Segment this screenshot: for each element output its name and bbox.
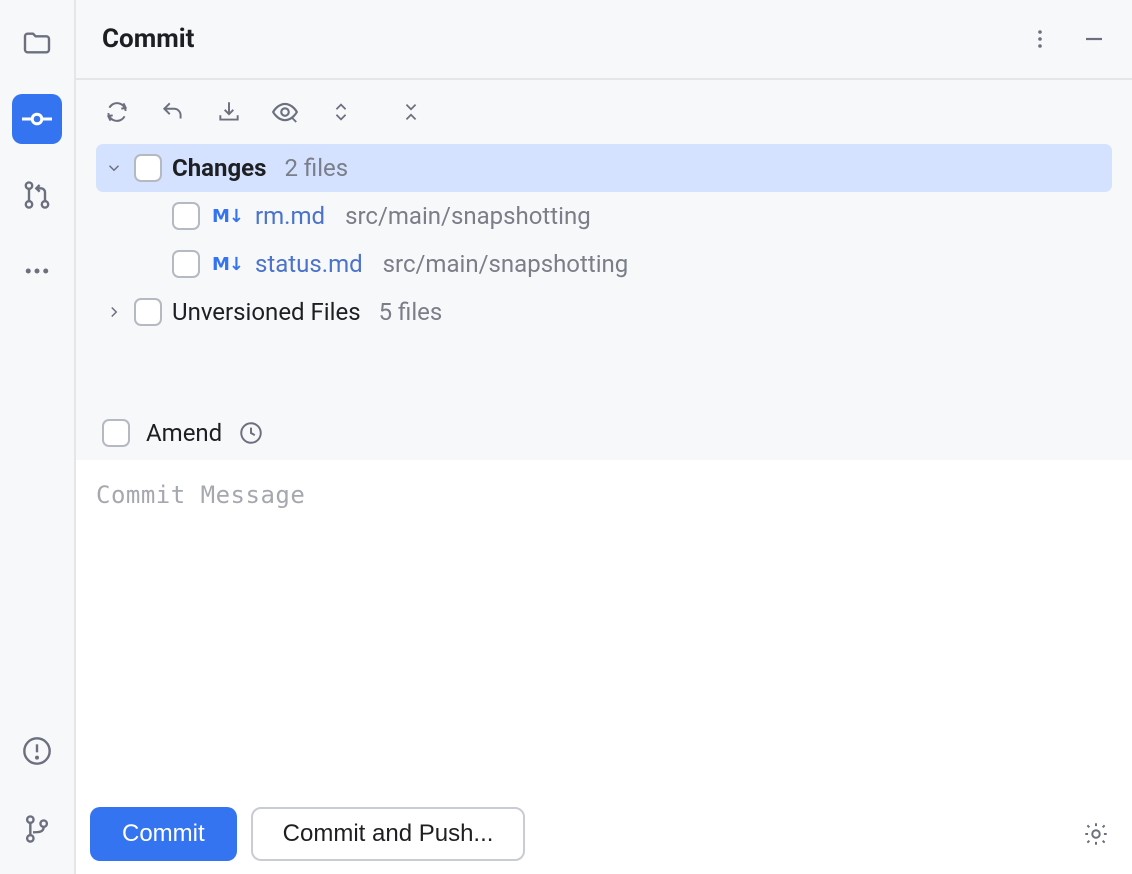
diff-preview-button[interactable] (270, 97, 300, 127)
collapse-all-button[interactable] (396, 97, 426, 127)
tool-rail (0, 0, 76, 874)
settings-button[interactable] (1082, 820, 1110, 848)
file-row[interactable]: M↓ status.md src/main/snapshotting (96, 240, 1112, 288)
git-tool-button[interactable] (12, 804, 62, 854)
unversioned-count: 5 files (379, 298, 443, 326)
expand-icon (330, 99, 352, 125)
warning-circle-icon (21, 735, 53, 767)
unversioned-checkbox[interactable] (134, 298, 162, 326)
problems-tool-button[interactable] (12, 726, 62, 776)
more-horizontal-icon (22, 256, 52, 286)
pull-request-icon (21, 179, 53, 211)
chevron-down-icon (105, 159, 123, 177)
gear-icon (1082, 820, 1110, 848)
panel-header: Commit (76, 0, 1132, 80)
amend-checkbox[interactable] (102, 419, 130, 447)
file-name: status.md (255, 250, 363, 278)
file-path: src/main/snapshotting (383, 250, 629, 278)
commit-node-icon (19, 101, 55, 137)
folder-icon (21, 27, 53, 59)
commit-button[interactable]: Commit (90, 807, 237, 861)
more-vertical-icon (1028, 27, 1052, 51)
commit-footer: Commit Commit and Push... (76, 794, 1132, 874)
unversioned-label: Unversioned Files (172, 298, 361, 326)
pull-requests-tool-button[interactable] (12, 170, 62, 220)
refresh-button[interactable] (102, 97, 132, 127)
changes-count: 2 files (284, 154, 348, 182)
minimize-icon (1082, 27, 1106, 51)
branch-icon (21, 813, 53, 845)
expand-all-button[interactable] (326, 97, 356, 127)
expand-toggle[interactable] (104, 302, 124, 322)
changes-tree: Changes 2 files M↓ rm.md src/main/snapsh… (76, 144, 1132, 336)
commit-message-input[interactable] (76, 461, 1132, 794)
file-checkbox[interactable] (172, 202, 200, 230)
commit-message-area (76, 460, 1132, 794)
amend-bar: Amend (76, 406, 1132, 460)
collapse-icon (400, 99, 422, 125)
rollback-button[interactable] (158, 97, 188, 127)
file-path: src/main/snapshotting (345, 202, 591, 230)
changes-label: Changes (172, 154, 266, 182)
file-name: rm.md (255, 202, 325, 230)
commit-and-push-button[interactable]: Commit and Push... (251, 807, 526, 861)
panel-title: Commit (102, 24, 1028, 54)
expand-toggle[interactable] (104, 158, 124, 178)
commit-tool-button[interactable] (12, 94, 62, 144)
commit-toolbar (76, 80, 1132, 144)
changes-checkbox[interactable] (134, 154, 162, 182)
changes-group-row[interactable]: Changes 2 files (96, 144, 1112, 192)
project-tool-button[interactable] (12, 18, 62, 68)
shelve-button[interactable] (214, 97, 244, 127)
hide-panel-button[interactable] (1082, 27, 1106, 51)
chevron-right-icon (105, 303, 123, 321)
commit-panel: Commit (76, 0, 1132, 874)
eye-icon (270, 97, 300, 127)
amend-label: Amend (146, 419, 222, 447)
more-tool-button[interactable] (12, 246, 62, 296)
shelf-icon (216, 99, 242, 125)
undo-icon (160, 99, 186, 125)
file-row[interactable]: M↓ rm.md src/main/snapshotting (96, 192, 1112, 240)
file-checkbox[interactable] (172, 250, 200, 278)
unversioned-group-row[interactable]: Unversioned Files 5 files (96, 288, 1112, 336)
markdown-icon: M↓ (212, 254, 243, 275)
clock-icon (238, 420, 264, 446)
history-button[interactable] (238, 420, 264, 446)
options-button[interactable] (1028, 27, 1052, 51)
markdown-icon: M↓ (212, 206, 243, 227)
refresh-icon (104, 99, 130, 125)
